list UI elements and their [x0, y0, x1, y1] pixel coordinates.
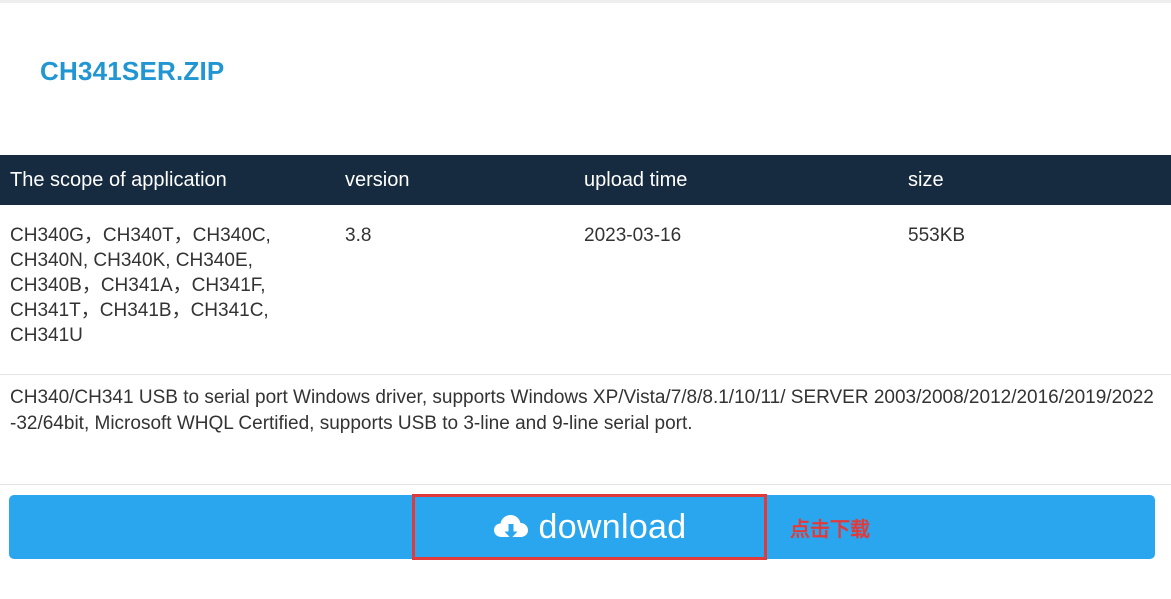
scope-line: CH340G，CH340T，CH340C,: [10, 225, 271, 246]
cell-upload-time: 2023-03-16: [584, 225, 682, 246]
description-divider: [0, 484, 1171, 485]
header-version: version: [345, 168, 410, 191]
cell-version: 3.8: [345, 225, 372, 246]
cell-size: 553KB: [908, 225, 966, 246]
table-row: CH340G，CH340T，CH340C, CH340N, CH340K, CH…: [0, 205, 1171, 375]
click-to-download-annotation: 点击下载: [790, 517, 870, 541]
scope-line: CH341T，CH341B，CH341C,: [10, 300, 269, 321]
table-header: The scope of application version upload …: [0, 155, 1171, 205]
download-button[interactable]: download: [412, 494, 767, 560]
scope-line: CH340N, CH340K, CH340E,: [10, 250, 253, 271]
download-label: download: [538, 507, 687, 546]
driver-description: CH340/CH341 USB to serial port Windows d…: [10, 387, 1154, 434]
scope-line: CH340B，CH341A，CH341F,: [10, 275, 266, 296]
top-divider: [0, 0, 1171, 3]
header-upload-time: upload time: [584, 168, 688, 191]
download-page: CH341SER.ZIP The scope of application ve…: [0, 0, 1171, 599]
file-info-table: The scope of application version upload …: [0, 155, 1171, 375]
cell-scope: CH340G，CH340T，CH340C, CH340N, CH340K, CH…: [0, 223, 335, 374]
header-scope: The scope of application: [10, 168, 227, 191]
file-title: CH341SER.ZIP: [40, 56, 225, 86]
header-size: size: [908, 168, 944, 191]
scope-line: CH341U: [10, 325, 83, 346]
cloud-download-icon: [493, 515, 528, 539]
